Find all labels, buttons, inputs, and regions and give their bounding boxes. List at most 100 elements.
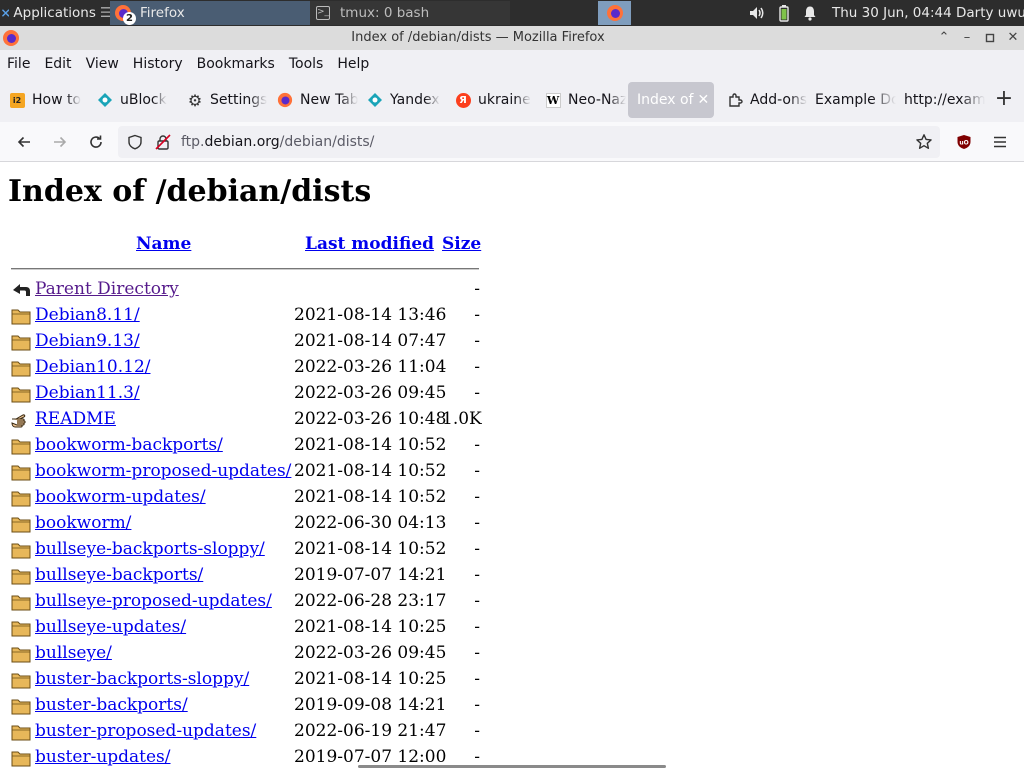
entry-last-modified: 2021-08-14 10:52 <box>294 461 447 481</box>
folder-icon[interactable] <box>11 749 32 768</box>
tab-how-to[interactable]: i2 How to <box>0 82 88 118</box>
forward-button[interactable] <box>48 130 72 154</box>
battery-icon[interactable] <box>778 0 790 26</box>
taskbar-tmux[interactable]: >_ tmux: 0 bash <box>310 1 510 25</box>
folder-icon[interactable] <box>11 333 32 352</box>
tab-new-tab[interactable]: New Tab <box>268 82 358 118</box>
bookmark-star-icon[interactable] <box>915 133 933 155</box>
close-tab-icon[interactable]: ✕ <box>698 92 710 108</box>
entry-link[interactable]: buster-backports/ <box>35 695 188 715</box>
folder-icon[interactable] <box>11 541 32 560</box>
entry-link[interactable]: bookworm-updates/ <box>35 487 206 507</box>
entry-link[interactable]: Parent Directory <box>35 279 179 299</box>
tab-settings[interactable]: ⚙ Settings <box>178 82 268 118</box>
close-icon[interactable]: ✕ <box>1005 30 1021 46</box>
puzzle-icon <box>727 92 743 108</box>
maximize-icon[interactable] <box>982 30 998 46</box>
entry-link[interactable]: buster-updates/ <box>35 747 171 767</box>
tab-index-of[interactable]: Index of ✕ <box>628 82 714 118</box>
panel-user[interactable]: Darty uwu <box>956 0 1024 26</box>
tab-label: Add-ons <box>750 92 808 108</box>
table-row: bookworm-proposed-updates/2021-08-14 10:… <box>10 459 490 485</box>
folder-icon[interactable] <box>11 567 32 586</box>
folder-icon[interactable] <box>11 723 32 742</box>
entry-link[interactable]: buster-backports-sloppy/ <box>35 669 249 689</box>
applications-menu[interactable]: Applications ☰ <box>0 0 112 26</box>
tab-yandex[interactable]: Yandex <box>358 82 446 118</box>
entry-link[interactable]: Debian8.11/ <box>35 305 140 325</box>
folder-icon[interactable] <box>11 515 32 534</box>
folder-icon[interactable] <box>11 359 32 378</box>
folder-icon[interactable] <box>11 593 32 612</box>
menu-history[interactable]: History <box>126 50 190 78</box>
back-button[interactable] <box>12 130 36 154</box>
minimize-icon[interactable]: – <box>959 30 975 46</box>
tab-http-example[interactable]: http://example <box>895 82 985 118</box>
hand-icon[interactable] <box>11 411 32 430</box>
tab-ublock[interactable]: uBlock <box>88 82 178 118</box>
folder-icon[interactable] <box>11 463 32 482</box>
back-icon[interactable] <box>11 281 32 300</box>
tab-ukraine[interactable]: Я ukraine <box>446 82 536 118</box>
entry-link[interactable]: bookworm/ <box>35 513 131 533</box>
gear-icon: ⚙ <box>187 90 203 110</box>
column-header-name[interactable]: Name <box>136 234 191 254</box>
entry-last-modified: 2022-03-26 09:45 <box>294 643 447 663</box>
folder-icon[interactable] <box>11 385 32 404</box>
tab-neo-nazism[interactable]: W Neo-Nazism <box>536 82 626 118</box>
folder-icon[interactable] <box>11 489 32 508</box>
entry-link[interactable]: bullseye-backports-sloppy/ <box>35 539 265 559</box>
folder-icon[interactable] <box>11 671 32 690</box>
entry-link[interactable]: Debian11.3/ <box>35 383 140 403</box>
entry-last-modified: 2019-07-07 14:21 <box>294 565 447 585</box>
volume-icon[interactable] <box>748 0 766 26</box>
entry-link[interactable]: bullseye/ <box>35 643 112 663</box>
reload-button[interactable] <box>84 130 108 154</box>
entry-link[interactable]: bookworm-proposed-updates/ <box>35 461 291 481</box>
taskbar-firefox[interactable]: 2 Firefox <box>110 1 310 25</box>
entry-link[interactable]: Debian9.13/ <box>35 331 140 351</box>
folder-icon[interactable] <box>11 307 32 326</box>
window-shade-icon[interactable]: ⌃ <box>936 30 952 46</box>
column-header-size[interactable]: Size <box>442 234 481 254</box>
menu-bookmarks[interactable]: Bookmarks <box>190 50 282 78</box>
table-row: Debian11.3/2022-03-26 09:45 - <box>10 381 490 407</box>
folder-icon[interactable] <box>11 645 32 664</box>
tab-add-ons[interactable]: Add-ons <box>718 82 810 118</box>
entry-link[interactable]: Debian10.12/ <box>35 357 151 377</box>
menu-file[interactable]: File <box>0 50 37 78</box>
entry-last-modified: 2021-08-14 10:52 <box>294 539 447 559</box>
column-header-last-modified[interactable]: Last modified <box>305 234 434 254</box>
entry-link[interactable]: bullseye-updates/ <box>35 617 186 637</box>
entry-link[interactable]: bullseye-backports/ <box>35 565 203 585</box>
workspace-switcher[interactable] <box>598 1 631 25</box>
window-titlebar[interactable]: Index of /debian/dists — Mozilla Firefox… <box>0 26 1024 50</box>
ublock-origin-button[interactable]: uO <box>952 130 976 154</box>
firefox-icon <box>277 92 293 108</box>
table-row: bullseye/2022-03-26 09:45 - <box>10 641 490 667</box>
entry-link[interactable]: buster-proposed-updates/ <box>35 721 256 741</box>
entry-link[interactable]: README <box>35 409 116 429</box>
notification-bell-icon[interactable] <box>802 0 818 26</box>
firefox-icon <box>606 5 623 21</box>
menu-help[interactable]: Help <box>330 50 376 78</box>
app-menu-button[interactable] <box>988 130 1012 154</box>
new-tab-button[interactable]: + <box>994 88 1014 110</box>
menu-tools[interactable]: Tools <box>282 50 331 78</box>
menu-view[interactable]: View <box>79 50 126 78</box>
entry-link[interactable]: bookworm-backports/ <box>35 435 223 455</box>
address-bar[interactable]: ftp.debian.org/debian/dists/ <box>118 126 940 158</box>
ublock-origin-icon: uO <box>957 135 971 149</box>
tracking-protection-shield-icon[interactable] <box>127 134 143 154</box>
tab-example-domain[interactable]: Example Domain <box>806 82 896 118</box>
entry-size: - <box>474 695 480 715</box>
folder-icon[interactable] <box>11 437 32 456</box>
entry-link[interactable]: bullseye-proposed-updates/ <box>35 591 272 611</box>
panel-clock[interactable]: Thu 30 Jun, 04:44 <box>832 0 952 26</box>
url-text[interactable]: ftp.debian.org/debian/dists/ <box>181 126 374 158</box>
folder-icon[interactable] <box>11 697 32 716</box>
menu-edit[interactable]: Edit <box>37 50 78 78</box>
folder-icon[interactable] <box>11 619 32 638</box>
page-content: Index of /debian/dists Name Last modifie… <box>0 162 1024 768</box>
insecure-lock-icon[interactable] <box>155 134 171 154</box>
